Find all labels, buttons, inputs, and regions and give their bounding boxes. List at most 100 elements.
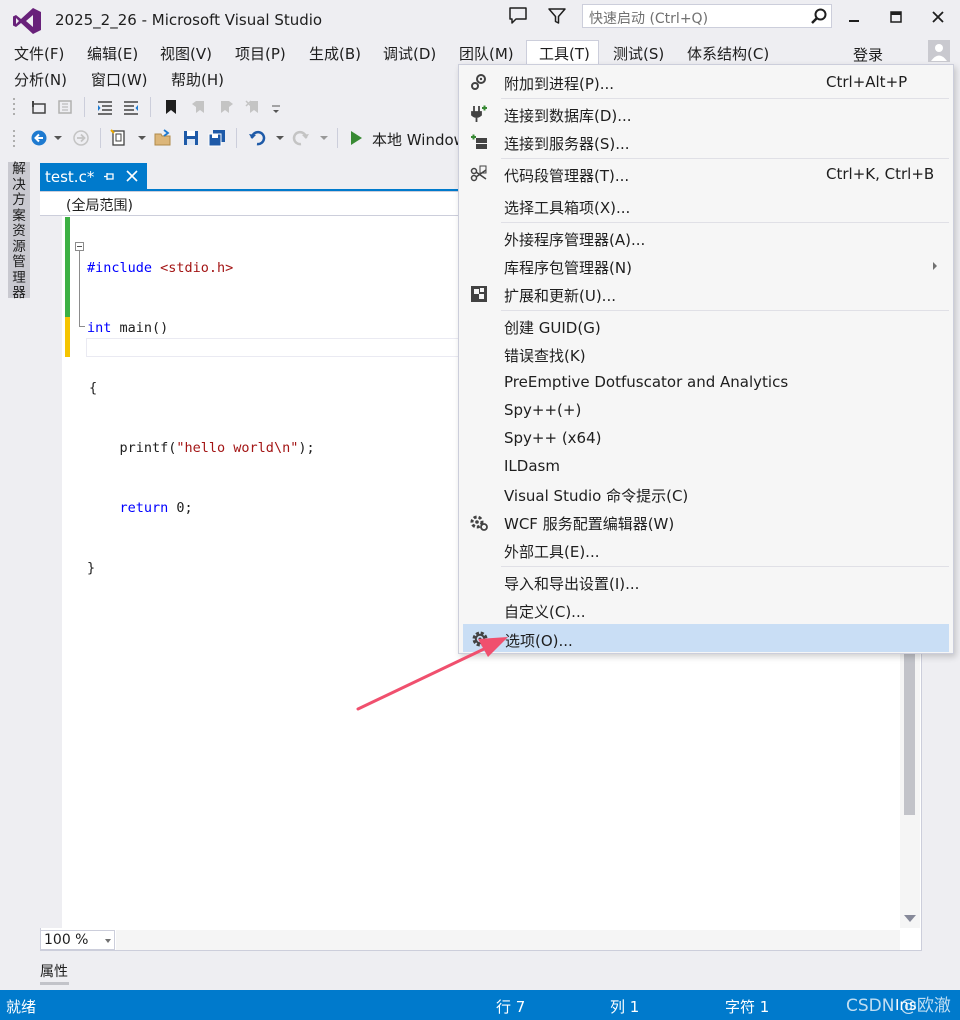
menu-item-spy[interactable]: Spy++(+) <box>463 396 949 424</box>
menu-item-import-export-settings[interactable]: 导入和导出设置(I)... <box>463 568 949 596</box>
menu-item-package-manager[interactable]: 库程序包管理器(N) <box>463 252 949 280</box>
scroll-down-icon[interactable] <box>903 913 917 923</box>
menu-item-extensions-updates[interactable]: 扩展和更新(U)... <box>463 280 949 308</box>
indent-icon[interactable] <box>96 98 114 116</box>
start-debugging-icon[interactable] <box>347 129 365 147</box>
menu-window[interactable]: 窗口(W) <box>91 69 148 90</box>
status-ready: 就绪 <box>6 998 37 1016</box>
menu-item-label: 扩展和更新(U)... <box>504 287 616 305</box>
solution-explorer-label: 解决方案资源管理器 <box>12 161 26 301</box>
menu-project[interactable]: 项目(P) <box>235 43 286 64</box>
menu-item-customize[interactable]: 自定义(C)... <box>463 596 949 624</box>
menu-item-choose-toolbox[interactable]: 选择工具箱项(X)... <box>463 192 949 220</box>
collapse-icon[interactable] <box>56 98 74 116</box>
menu-item-error-lookup[interactable]: 错误查找(K) <box>463 340 949 368</box>
extensions-icon <box>471 286 487 302</box>
menu-item-create-guid[interactable]: 创建 GUID(G) <box>463 312 949 340</box>
menu-item-external-tools[interactable]: 外部工具(E)... <box>463 536 949 564</box>
open-file-icon[interactable] <box>154 129 172 147</box>
search-icon[interactable] <box>810 7 828 25</box>
feedback-icon[interactable] <box>507 6 529 26</box>
next-bookmark-icon[interactable] <box>217 98 235 116</box>
menu-item-code-snippets[interactable]: 代码段管理器(T)... Ctrl+K, Ctrl+B <box>463 160 949 188</box>
menu-item-addin-manager[interactable]: 外接程序管理器(A)... <box>463 224 949 252</box>
code-line: } <box>87 558 315 578</box>
menu-separator <box>501 566 949 567</box>
toolbar-separator <box>84 97 85 117</box>
menu-separator <box>501 158 949 159</box>
menu-architecture[interactable]: 体系结构(C) <box>687 43 769 64</box>
bookmark-icon[interactable] <box>162 98 180 116</box>
pin-icon[interactable] <box>103 170 116 183</box>
code-editor[interactable]: #include <stdio.h> int main() { printf("… <box>72 218 315 598</box>
chevron-down-icon[interactable] <box>319 134 329 142</box>
toolbar-separator <box>150 97 151 117</box>
code-line: return 0; <box>87 498 315 518</box>
user-avatar-icon[interactable] <box>928 40 950 62</box>
save-icon[interactable] <box>182 129 200 147</box>
menu-item-label: Spy++ (x64) <box>504 429 602 447</box>
annotation-arrow-icon <box>356 637 508 711</box>
menu-edit[interactable]: 编辑(E) <box>87 43 138 64</box>
menu-item-label: WCF 服务配置编辑器(W) <box>504 515 675 533</box>
menu-file[interactable]: 文件(F) <box>14 43 64 64</box>
sign-in-link[interactable]: 登录 <box>853 44 883 65</box>
redo-icon[interactable] <box>292 129 310 147</box>
maximize-button[interactable] <box>878 4 914 30</box>
visual-studio-logo-icon <box>13 8 41 34</box>
undo-icon[interactable] <box>248 129 266 147</box>
tools-menu-dropdown: 附加到进程(P)... Ctrl+Alt+P 连接到数据库(D)... 连接到服… <box>458 64 954 654</box>
navigate-forward-icon[interactable] <box>72 129 90 147</box>
tab-test-c[interactable]: test.c* <box>40 163 147 189</box>
menu-tools[interactable]: 工具(T) <box>539 43 590 64</box>
chevron-down-icon[interactable] <box>275 134 285 142</box>
submenu-arrow-icon <box>933 262 937 270</box>
close-icon[interactable] <box>126 170 138 182</box>
scrollbar-thumb[interactable] <box>904 640 915 815</box>
code-line: #include <stdio.h> <box>87 258 315 278</box>
menu-view[interactable]: 视图(V) <box>160 43 212 64</box>
menu-build[interactable]: 生成(B) <box>309 43 361 64</box>
menu-item-connect-server[interactable]: 连接到服务器(S)... <box>463 128 949 156</box>
menu-item-dotfuscator[interactable]: PreEmptive Dotfuscator and Analytics <box>463 368 949 396</box>
close-icon <box>932 11 944 23</box>
previous-bookmark-icon[interactable] <box>190 98 208 116</box>
clear-bookmarks-icon[interactable] <box>244 98 262 116</box>
quick-launch-input[interactable]: 快速启动 (Ctrl+Q) <box>582 4 832 28</box>
menu-debug[interactable]: 调试(D) <box>383 43 436 64</box>
menu-item-label: 代码段管理器(T)... <box>504 167 630 185</box>
menu-item-wcf-config-editor[interactable]: WCF 服务配置编辑器(W) <box>463 508 949 536</box>
toolbar-grip-icon[interactable] <box>12 96 17 116</box>
toolbar-grip-icon[interactable] <box>12 128 17 148</box>
navigate-icon[interactable] <box>30 98 48 116</box>
new-project-icon[interactable] <box>110 129 128 147</box>
menu-test[interactable]: 测试(S) <box>613 43 664 64</box>
close-button[interactable] <box>920 4 956 30</box>
menu-item-options[interactable]: 选项(O)... <box>463 624 949 652</box>
properties-tab[interactable]: 属性 <box>40 961 68 981</box>
horizontal-scrollbar[interactable] <box>116 930 900 950</box>
chevron-down-icon[interactable] <box>53 134 63 142</box>
editor-gutter <box>40 216 62 928</box>
toolbar-overflow-icon[interactable] <box>270 102 282 116</box>
wcf-config-icon <box>470 515 488 531</box>
outdent-icon[interactable] <box>122 98 140 116</box>
save-all-icon[interactable] <box>208 129 226 147</box>
minimize-button[interactable] <box>836 4 872 30</box>
watermark: CSDN @欧澈 <box>846 996 951 1016</box>
navigate-back-icon[interactable] <box>30 129 48 147</box>
menu-item-spy-x64[interactable]: Spy++ (x64) <box>463 424 949 452</box>
menu-item-vs-command-prompt[interactable]: Visual Studio 命令提示(C) <box>463 480 949 508</box>
filter-icon[interactable] <box>547 6 567 26</box>
zoom-dropdown[interactable]: 100 % <box>40 930 115 950</box>
menu-team[interactable]: 团队(M) <box>459 43 514 64</box>
menu-analyze[interactable]: 分析(N) <box>14 69 67 90</box>
menu-help[interactable]: 帮助(H) <box>171 69 224 90</box>
menu-item-ildasm[interactable]: ILDasm <box>463 452 949 480</box>
menu-item-connect-database[interactable]: 连接到数据库(D)... <box>463 100 949 128</box>
scope-dropdown[interactable]: (全局范围) <box>40 192 460 216</box>
code-header-name: <stdio.h> <box>152 260 234 276</box>
menu-item-attach-process[interactable]: 附加到进程(P)... Ctrl+Alt+P <box>463 68 949 96</box>
chevron-down-icon[interactable] <box>137 134 147 142</box>
menu-item-label: 外接程序管理器(A)... <box>504 231 646 249</box>
